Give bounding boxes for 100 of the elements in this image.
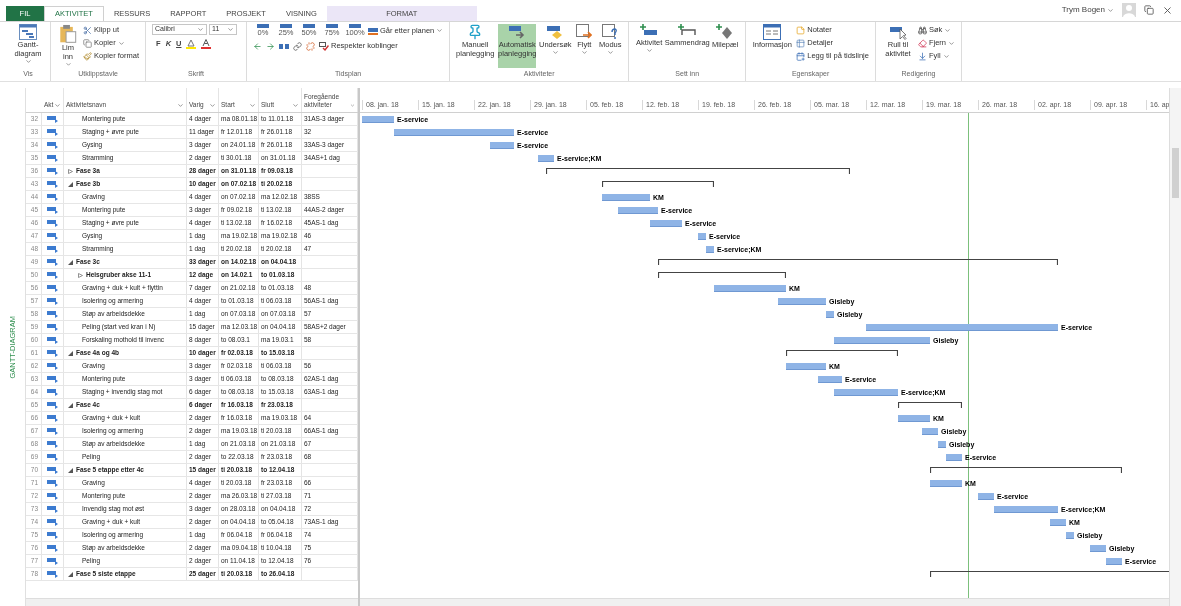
auto-scheduled-icon <box>46 362 59 370</box>
restore-icon[interactable] <box>1144 5 1154 15</box>
vertical-scrollbar[interactable] <box>1169 88 1181 606</box>
auto-scheduled-icon <box>46 466 59 474</box>
dropdown-icon <box>1107 6 1114 14</box>
split-task-icon[interactable] <box>279 42 290 50</box>
check-link-icon <box>319 41 330 51</box>
dropdown-icon <box>292 102 299 109</box>
horizontal-scrollbar[interactable] <box>26 598 358 606</box>
auto-scheduled-icon <box>46 557 59 565</box>
task-bar <box>938 441 946 448</box>
horizontal-scrollbar[interactable] <box>360 598 1169 606</box>
auto-scheduled-icon <box>46 505 59 513</box>
details-icon <box>796 38 806 48</box>
add-milestone-icon <box>716 24 735 40</box>
task-bar <box>786 363 826 370</box>
expand-arrow-icon[interactable] <box>68 168 73 174</box>
auto-scheduled-icon <box>46 245 59 253</box>
dropdown-icon <box>606 49 614 56</box>
auto-schedule-icon <box>508 24 527 40</box>
scroll-to-task-icon <box>888 24 907 40</box>
auto-scheduled-icon <box>46 141 59 149</box>
dropdown-icon <box>54 102 61 109</box>
task-bar <box>602 194 650 201</box>
auto-scheduled-icon <box>46 128 59 136</box>
auto-scheduled-icon <box>46 167 59 175</box>
task-bar <box>618 207 658 214</box>
task-bar <box>714 285 786 292</box>
auto-scheduled-icon <box>46 349 59 357</box>
auto-scheduled-icon <box>46 388 59 396</box>
user-menu[interactable]: Trym Bogen <box>1061 4 1114 16</box>
link-icon[interactable] <box>293 41 303 51</box>
task-bar <box>1066 532 1074 539</box>
task-bar <box>362 116 394 123</box>
auto-scheduled-icon <box>46 206 59 214</box>
task-bar <box>538 155 554 162</box>
timeline-icon <box>796 51 806 61</box>
dropdown-icon <box>177 102 184 109</box>
task-bar <box>1106 558 1122 565</box>
task-bar <box>930 480 962 487</box>
auto-scheduled-icon <box>46 427 59 435</box>
dropdown-icon <box>580 49 588 56</box>
dropdown-icon <box>645 47 653 54</box>
collapse-arrow-icon[interactable] <box>68 181 73 187</box>
auto-scheduled-icon <box>46 453 59 461</box>
highlight-color-icon[interactable] <box>186 38 197 49</box>
task-bar <box>650 220 682 227</box>
gantt-chart-icon <box>19 24 37 40</box>
task-bar <box>946 454 962 461</box>
mode-calendar-icon <box>602 24 619 40</box>
auto-scheduled-icon <box>46 284 59 292</box>
auto-scheduled-icon <box>46 518 59 526</box>
auto-scheduled-icon <box>46 336 59 344</box>
task-bar <box>490 142 514 149</box>
auto-scheduled-icon <box>46 531 59 539</box>
auto-scheduled-icon <box>46 310 59 318</box>
expand-arrow-icon[interactable] <box>78 272 83 278</box>
move-calendar-icon <box>576 24 593 40</box>
fill-down-icon <box>917 51 927 61</box>
auto-scheduled-icon <box>46 570 59 578</box>
collapse-arrow-icon[interactable] <box>68 467 73 473</box>
summary-bar <box>898 402 962 408</box>
task-bar <box>978 493 994 500</box>
font-color-icon[interactable] <box>201 38 212 49</box>
dropdown-icon <box>117 39 125 47</box>
indent-icon[interactable] <box>266 41 276 51</box>
task-bar <box>698 233 706 240</box>
dropdown-icon <box>551 49 559 56</box>
close-icon[interactable] <box>1162 4 1173 16</box>
scissors-icon <box>83 25 92 35</box>
dropdown-icon <box>436 27 444 34</box>
auto-scheduled-icon <box>46 544 59 552</box>
auto-scheduled-icon <box>46 440 59 448</box>
auto-scheduled-icon <box>46 297 59 305</box>
note-icon <box>796 25 806 35</box>
task-bar <box>706 246 714 253</box>
dropdown-icon <box>209 102 216 109</box>
outdent-icon[interactable] <box>253 41 263 51</box>
collapse-arrow-icon[interactable] <box>68 571 73 577</box>
auto-scheduled-icon <box>46 479 59 487</box>
dropdown-icon <box>249 102 256 109</box>
collapse-arrow-icon[interactable] <box>68 402 73 408</box>
information-form-icon <box>763 24 782 40</box>
auto-scheduled-icon <box>46 414 59 422</box>
dropdown-icon <box>350 102 355 109</box>
auto-scheduled-icon <box>46 401 59 409</box>
clipboard-icon <box>59 24 77 44</box>
collapse-arrow-icon[interactable] <box>68 259 73 265</box>
auto-scheduled-icon <box>46 258 59 266</box>
collapse-arrow-icon[interactable] <box>68 350 73 356</box>
eraser-icon <box>917 38 927 48</box>
auto-scheduled-icon <box>46 271 59 279</box>
task-bar <box>1050 519 1066 526</box>
auto-scheduled-icon <box>46 193 59 201</box>
avatar-icon <box>1122 3 1136 17</box>
dropdown-icon <box>227 26 235 33</box>
task-bar <box>834 389 898 396</box>
auto-scheduled-icon <box>46 232 59 240</box>
paintbrush-icon <box>83 51 92 61</box>
copy-icon <box>83 38 92 48</box>
